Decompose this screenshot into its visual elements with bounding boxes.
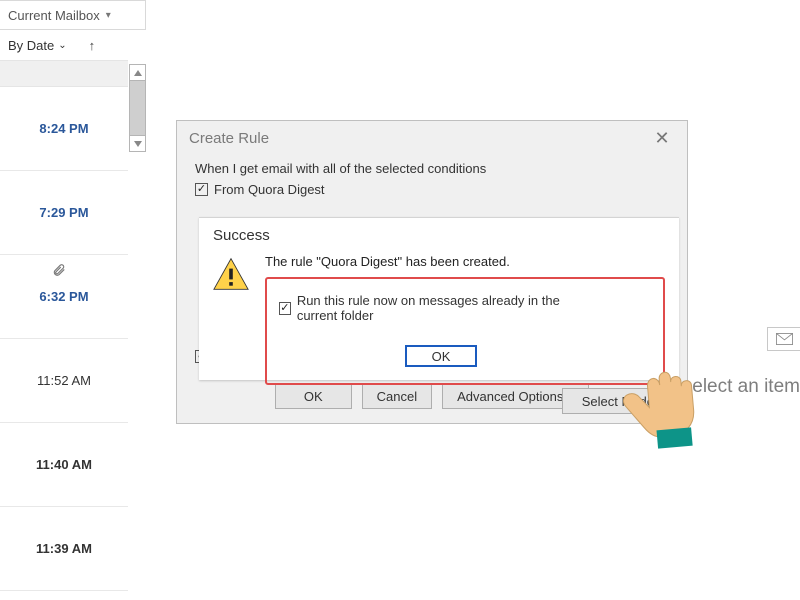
dialog-titlebar[interactable]: Create Rule ✕ (177, 121, 687, 155)
success-dialog: Success The rule "Quora Digest" has been… (199, 217, 679, 380)
checkbox-icon[interactable] (279, 302, 291, 315)
sort-label: By Date (8, 38, 54, 53)
sort-control[interactable]: By Date ⌄ ↑ (0, 30, 146, 60)
message-row[interactable]: 11:40 AM (0, 423, 128, 507)
left-pane: Current Mailbox ▾ By Date ⌄ ↑ 8:24 PM 7:… (0, 0, 146, 600)
message-time: 8:24 PM (39, 121, 88, 136)
chevron-down-icon: ⌄ (58, 40, 66, 51)
message-time: 11:39 AM (36, 541, 92, 556)
condition-from-label: From Quora Digest (214, 182, 325, 197)
message-list: 8:24 PM 7:29 PM 6:32 PM 11:52 AM 11:40 A… (0, 60, 128, 598)
dialog-title: Create Rule (189, 130, 269, 147)
close-icon[interactable]: ✕ (649, 128, 675, 149)
message-time: 6:32 PM (39, 289, 88, 304)
condition-from[interactable]: From Quora Digest (195, 182, 669, 197)
list-spacer (0, 60, 128, 87)
success-text: The rule "Quora Digest" has been created… (265, 254, 665, 269)
scroll-down-icon[interactable] (130, 135, 145, 151)
success-title: Success (199, 218, 679, 250)
run-now-option[interactable]: Run this rule now on messages already in… (279, 293, 603, 323)
chevron-down-icon: ▾ (106, 10, 111, 21)
scroll-up-icon[interactable] (130, 65, 145, 81)
message-row[interactable]: 7:29 PM (0, 171, 128, 255)
success-ok-button[interactable]: OK (405, 345, 477, 367)
mailbox-filter-label: Current Mailbox (8, 8, 100, 23)
envelope-icon (776, 333, 793, 345)
message-row[interactable]: 8:24 PM (0, 87, 128, 171)
scroll-thumb[interactable] (130, 81, 145, 135)
message-row[interactable]: 11:39 AM (0, 507, 128, 591)
warning-icon (213, 257, 249, 291)
mailbox-filter[interactable]: Current Mailbox ▾ (0, 0, 146, 30)
checkbox-icon[interactable] (195, 183, 208, 196)
run-now-label: Run this rule now on messages already in… (297, 293, 603, 323)
message-time: 11:52 AM (37, 373, 91, 388)
envelope-badge[interactable] (767, 327, 800, 351)
message-row[interactable]: 6:32 PM (0, 255, 128, 339)
message-row[interactable]: 11:52 AM (0, 339, 128, 423)
paperclip-icon (52, 263, 66, 277)
sort-direction-icon[interactable]: ↑ (89, 38, 96, 53)
message-time: 7:29 PM (39, 205, 88, 220)
pointer-hand-icon (609, 344, 720, 455)
message-time: 11:40 AM (36, 457, 92, 472)
conditions-label: When I get email with all of the selecte… (195, 161, 669, 176)
highlight-box: Run this rule now on messages already in… (265, 277, 665, 385)
scrollbar[interactable] (128, 60, 146, 598)
